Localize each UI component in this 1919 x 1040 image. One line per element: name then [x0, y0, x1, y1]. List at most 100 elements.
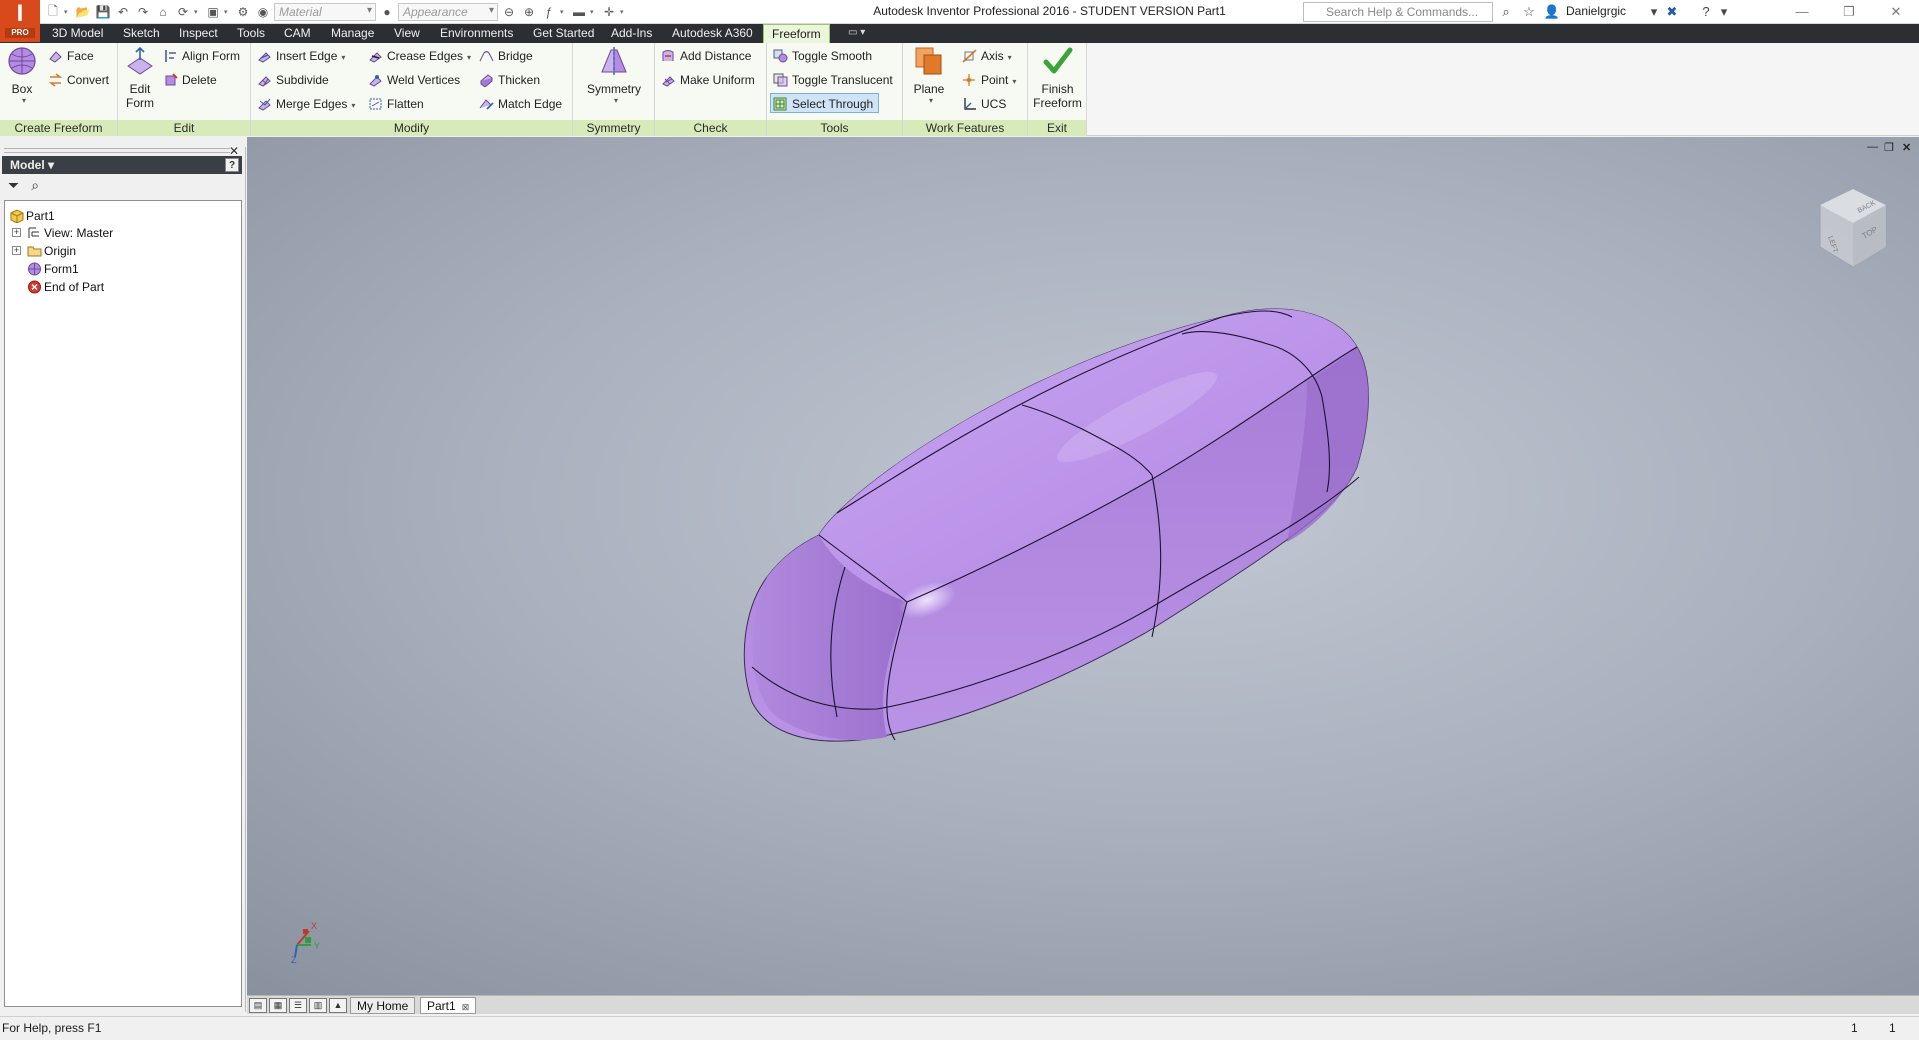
tab-manage[interactable]: Manage: [323, 24, 382, 43]
tab-environments[interactable]: Environments: [432, 24, 521, 43]
plane-button[interactable]: Plane ▾: [909, 46, 949, 105]
weld-vertices-button[interactable]: Weld Vertices: [366, 70, 460, 90]
material-select[interactable]: Material: [274, 3, 376, 21]
measure-dropdown-icon[interactable]: ▾: [590, 8, 598, 16]
finish-freeform-button[interactable]: Finish Freeform: [1031, 46, 1084, 110]
parameters-icon[interactable]: ƒ: [540, 3, 558, 21]
appearance-select[interactable]: Appearance: [398, 3, 498, 21]
tab-view[interactable]: View: [386, 24, 428, 43]
cascade-windows-icon[interactable]: ▤: [249, 998, 267, 1013]
ribbon-display-toggle-icon[interactable]: ▭ ▾: [848, 27, 874, 40]
binoculars-icon[interactable]: ⌕: [1496, 2, 1516, 22]
save-icon[interactable]: 💾: [94, 3, 112, 21]
convert-button[interactable]: Convert: [46, 70, 109, 90]
color-override-icon[interactable]: ◉: [254, 3, 272, 21]
quick-access-customize-icon[interactable]: ✛: [600, 3, 618, 21]
tab-sketch[interactable]: Sketch: [115, 24, 168, 43]
adjust-appearance-icon[interactable]: ⊕: [520, 3, 538, 21]
tree-node-origin[interactable]: Origin: [27, 242, 76, 260]
tree-node-part1[interactable]: Part1: [9, 207, 55, 225]
update-dropdown-icon[interactable]: ▾: [194, 8, 202, 16]
plane-dropdown-icon[interactable]: ▾: [913, 96, 949, 105]
crease-edges-dropdown-icon[interactable]: ▾: [467, 53, 471, 62]
update-icon[interactable]: ⟳: [174, 3, 192, 21]
toggle-smooth-button[interactable]: Toggle Smooth: [771, 46, 872, 66]
tree-node-end-of-part[interactable]: End of Part: [27, 278, 104, 296]
help-dropdown-icon[interactable]: ▾: [1714, 2, 1734, 22]
exchange-apps-icon[interactable]: ✖: [1662, 2, 1682, 22]
bridge-button[interactable]: Bridge: [477, 46, 533, 66]
new-file-icon[interactable]: 🗋: [44, 3, 62, 21]
select-through-button[interactable]: Select Through: [770, 93, 879, 113]
point-dropdown-icon[interactable]: ▾: [1012, 77, 1016, 86]
insert-edge-button[interactable]: Insert Edge ▾: [255, 46, 345, 66]
point-button[interactable]: Point ▾: [960, 70, 1016, 90]
ucs-button[interactable]: UCS: [960, 94, 1006, 114]
new-dropdown-icon[interactable]: ▾: [64, 8, 72, 16]
find-binoculars-icon[interactable]: ⌕: [31, 177, 39, 194]
open-documents-menu-icon[interactable]: ▲: [329, 998, 347, 1013]
freeform-model[interactable]: [247, 137, 1919, 995]
tab-inspect[interactable]: Inspect: [171, 24, 226, 43]
box-button[interactable]: Box ▾: [4, 46, 40, 105]
expand-origin-icon[interactable]: +: [12, 246, 21, 255]
tab-tools[interactable]: Tools: [229, 24, 273, 43]
tab-add-ins[interactable]: Add-Ins: [603, 24, 660, 43]
tree-node-view-master[interactable]: View: Master: [27, 224, 113, 242]
make-uniform-button[interactable]: Make Uniform: [659, 70, 755, 90]
tab-autodesk-a360[interactable]: Autodesk A360: [664, 24, 761, 43]
symmetry-button[interactable]: Symmetry ▾: [583, 46, 645, 105]
tab-cam[interactable]: CAM: [276, 24, 319, 43]
home-icon[interactable]: ⌂: [154, 3, 172, 21]
user-name[interactable]: Danielgrgic: [1566, 4, 1626, 18]
select-priority-icon[interactable]: ▣: [204, 3, 222, 21]
select-dropdown-icon[interactable]: ▾: [224, 8, 232, 16]
application-menu-button[interactable]: I PRO: [0, 0, 40, 42]
tile-windows-icon[interactable]: ▦: [269, 998, 287, 1013]
user-dropdown-icon[interactable]: ▾: [1644, 2, 1664, 22]
tab-get-started[interactable]: Get Started: [525, 24, 602, 43]
measure-icon[interactable]: ▬: [570, 3, 588, 21]
browser-help-icon[interactable]: ?: [225, 158, 239, 172]
open-file-icon[interactable]: 📂: [74, 3, 92, 21]
doc-tab-part1[interactable]: Part1 ⊠: [420, 997, 477, 1014]
insert-edge-dropdown-icon[interactable]: ▾: [341, 53, 345, 62]
doc-tab-my-home[interactable]: My Home: [350, 997, 416, 1014]
adjust-icon[interactable]: ⚙: [234, 3, 252, 21]
face-button[interactable]: Face: [46, 46, 94, 66]
crease-edges-button[interactable]: Crease Edges ▾: [366, 46, 471, 66]
tile-vertical-icon[interactable]: ▥: [309, 998, 327, 1013]
match-edge-button[interactable]: Match Edge: [477, 94, 562, 114]
browser-drag-handle[interactable]: [4, 148, 230, 153]
minimize-icon[interactable]: —: [1780, 0, 1824, 24]
parameters-dropdown-icon[interactable]: ▾: [560, 8, 568, 16]
tile-horizontal-icon[interactable]: ☰: [289, 998, 307, 1013]
restore-icon[interactable]: ❐: [1827, 0, 1871, 24]
undo-icon[interactable]: ↶: [114, 3, 132, 21]
merge-edges-dropdown-icon[interactable]: ▾: [351, 101, 355, 110]
merge-edges-button[interactable]: Merge Edges ▾: [255, 94, 355, 114]
tree-node-form1[interactable]: Form1: [27, 260, 79, 278]
delete-button[interactable]: Delete: [161, 70, 217, 90]
filter-icon[interactable]: ⏷: [8, 177, 19, 194]
search-help-input[interactable]: Search Help & Commands...: [1303, 2, 1493, 22]
browser-title-dropdown-icon[interactable]: ▾: [48, 158, 54, 172]
flatten-button[interactable]: Flatten: [366, 94, 424, 114]
doc-tab-close-icon[interactable]: ⊠: [462, 1002, 470, 1012]
box-dropdown-icon[interactable]: ▾: [8, 96, 40, 105]
customize-dropdown-icon[interactable]: ▾: [620, 8, 628, 16]
edit-form-button[interactable]: Edit Form: [122, 46, 158, 110]
viewcube[interactable]: BACK TOP LEFT: [1814, 185, 1892, 273]
graphics-viewport[interactable]: — ❐ ✕ BACK TOP LEFT X Y Z: [247, 137, 1919, 995]
favorites-star-icon[interactable]: ☆: [1519, 2, 1539, 22]
help-icon[interactable]: ?: [1696, 2, 1716, 22]
expand-view-master-icon[interactable]: +: [12, 228, 21, 237]
close-window-icon[interactable]: ✕: [1874, 0, 1918, 24]
user-icon[interactable]: 👤: [1542, 2, 1562, 22]
subdivide-button[interactable]: Subdivide: [255, 70, 329, 90]
axis-button[interactable]: Axis ▾: [960, 46, 1012, 66]
redo-icon[interactable]: ↷: [134, 3, 152, 21]
appearance-sphere-icon[interactable]: ●: [378, 3, 396, 21]
toggle-translucent-button[interactable]: Toggle Translucent: [771, 70, 893, 90]
align-form-button[interactable]: Align Form: [161, 46, 240, 66]
